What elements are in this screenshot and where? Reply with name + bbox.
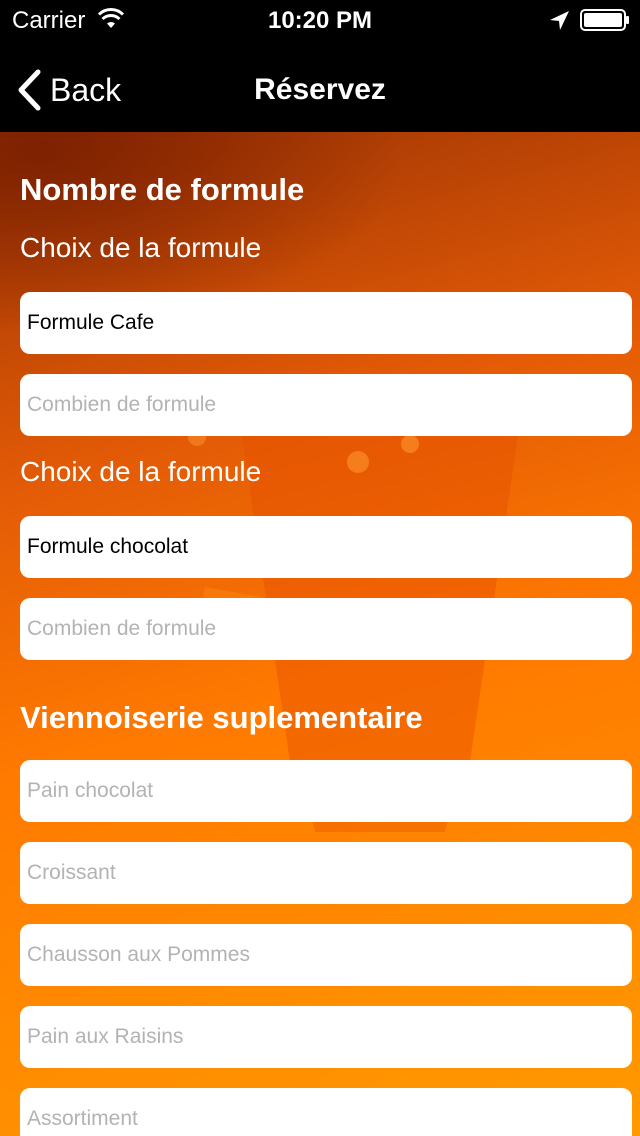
- formula-picker-1[interactable]: Formule Cafe: [20, 292, 632, 354]
- section-title-formula-count: Nombre de formule: [20, 172, 305, 207]
- pain-chocolat-input[interactable]: [20, 760, 632, 822]
- assortiment-input[interactable]: [20, 1088, 632, 1136]
- navigation-bar: Back Réservez: [0, 40, 640, 132]
- clock: 10:20 PM: [267, 7, 373, 34]
- croissant-input[interactable]: [20, 842, 632, 904]
- formula-quantity-input-1[interactable]: [20, 374, 632, 436]
- reservation-form: Nombre de formule Choix de la formule Fo…: [0, 132, 640, 1136]
- formula-picker-2[interactable]: Formule chocolat: [20, 516, 632, 578]
- choice-label-2: Choix de la formule: [20, 456, 262, 487]
- formula-quantity-input-2[interactable]: [20, 598, 632, 660]
- status-bar: Carrier 10:20 PM: [0, 0, 640, 40]
- section-title-extra-pastries: Viennoiserie suplementaire: [20, 700, 423, 735]
- page-title: Réservez: [254, 73, 386, 106]
- pain-aux-raisins-input[interactable]: [20, 1006, 632, 1068]
- chausson-aux-pommes-input[interactable]: [20, 924, 632, 986]
- battery-icon: [580, 9, 629, 31]
- choice-label-1: Choix de la formule: [20, 232, 262, 263]
- location-arrow-icon: [550, 11, 569, 30]
